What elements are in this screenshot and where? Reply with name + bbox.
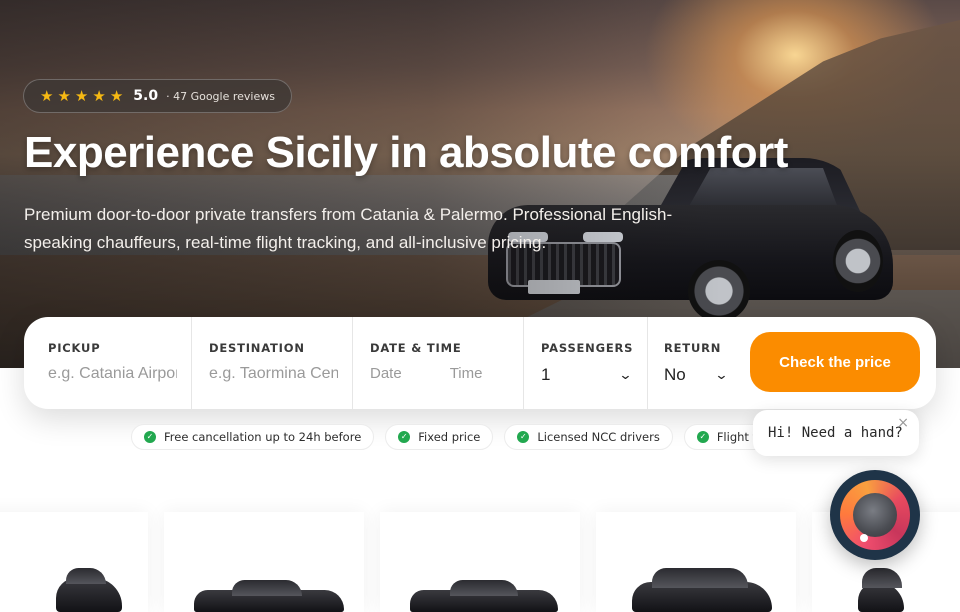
destination-label: DESTINATION <box>209 341 305 355</box>
rating-score: 5.0 <box>133 88 159 104</box>
datetime-field: DATE & TIME Date Time <box>353 317 524 409</box>
star-icon: ★ <box>40 86 54 105</box>
feature-badge: ✓ Free cancellation up to 24h before <box>131 424 375 450</box>
vehicle-image <box>858 568 904 612</box>
feature-label: Fixed price <box>418 430 481 444</box>
passengers-field: PASSENGERS 1 ⌄ <box>524 317 648 409</box>
feature-badges: ✓ Free cancellation up to 24h before ✓ F… <box>131 424 782 450</box>
hero-subtitle: Premium door-to-door private transfers f… <box>24 205 673 252</box>
date-input[interactable]: Date <box>370 365 402 382</box>
vehicle-image <box>194 580 344 612</box>
check-circle-icon: ✓ <box>517 431 530 443</box>
destination-field: DESTINATION <box>192 317 353 409</box>
feature-badge: ✓ Licensed NCC drivers <box>504 424 673 450</box>
chevron-down-icon: ⌄ <box>618 367 633 383</box>
passengers-value: 1 <box>541 365 551 384</box>
vehicle-image <box>632 568 772 612</box>
star-icon: ★ <box>92 86 106 105</box>
pickup-field: PICKUP <box>24 317 192 409</box>
fleet-card[interactable] <box>380 512 580 612</box>
check-price-button[interactable]: Check the price <box>750 332 920 392</box>
return-select[interactable]: No ⌄ <box>664 365 729 385</box>
assistant-avatar-icon <box>840 480 910 550</box>
star-icon: ★ <box>109 86 124 105</box>
feature-badge: ✓ Fixed price <box>385 424 494 450</box>
fleet-card[interactable] <box>164 512 364 612</box>
fleet-card[interactable] <box>596 512 796 612</box>
feature-label: Free cancellation up to 24h before <box>164 430 362 444</box>
hero-title: Experience Sicily in absolute comfort <box>24 128 788 177</box>
fleet-card[interactable] <box>0 512 148 612</box>
chevron-down-icon: ⌄ <box>714 367 729 383</box>
chat-launcher-button[interactable] <box>830 470 920 560</box>
hero-section: ★ ★ ★ ★ ★ 5.0 · 47 Google reviews Experi… <box>0 0 960 368</box>
rating-reviews-count: · 47 Google reviews <box>166 89 275 103</box>
booking-form: PICKUP DESTINATION DATE & TIME Date Time… <box>24 317 936 409</box>
datetime-label: DATE & TIME <box>370 341 462 355</box>
pickup-label: PICKUP <box>48 341 101 355</box>
star-icon: ★ <box>74 86 89 105</box>
check-circle-icon: ✓ <box>144 431 156 443</box>
chat-greeting-text: Hi! Need a hand? <box>768 425 903 441</box>
time-input[interactable]: Time <box>450 365 483 382</box>
star-icon: ★ <box>57 86 71 105</box>
check-circle-icon: ✓ <box>696 431 709 443</box>
return-value: No <box>664 365 686 384</box>
chat-greeting-bubble[interactable]: Hi! Need a hand? × <box>753 410 919 456</box>
vehicle-image <box>56 568 122 612</box>
check-circle-icon: ✓ <box>398 431 411 443</box>
destination-input[interactable] <box>209 365 338 383</box>
passengers-label: PASSENGERS <box>541 341 634 355</box>
return-label: RETURN <box>664 341 722 355</box>
passengers-select[interactable]: 1 ⌄ <box>541 365 633 385</box>
feature-label: Licensed NCC drivers <box>537 430 660 444</box>
google-rating-badge: ★ ★ ★ ★ ★ 5.0 · 47 Google reviews <box>23 79 292 113</box>
close-icon[interactable]: × <box>897 415 909 431</box>
pickup-input[interactable] <box>48 365 177 383</box>
return-field: RETURN No ⌄ <box>648 317 741 409</box>
vehicle-image <box>410 580 558 612</box>
